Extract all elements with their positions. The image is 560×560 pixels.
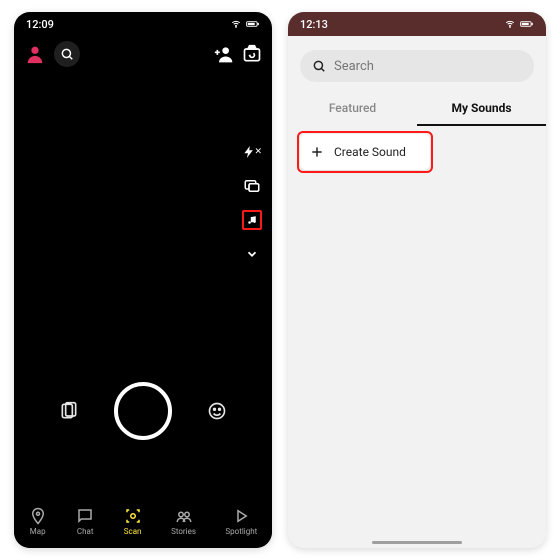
- status-bar: 12:09: [14, 12, 272, 36]
- wifi-icon: [504, 19, 516, 29]
- tab-my-sounds[interactable]: My Sounds: [417, 92, 546, 126]
- nav-chat[interactable]: Chat: [76, 507, 94, 536]
- status-bar: 12:13: [288, 12, 546, 36]
- battery-icon: [520, 19, 534, 29]
- memories-button[interactable]: [58, 400, 80, 422]
- search-icon: [60, 47, 74, 61]
- flip-camera-icon: [242, 44, 262, 64]
- status-icons: [504, 19, 534, 29]
- plus-icon: [310, 145, 324, 159]
- chat-icon: [76, 507, 94, 525]
- chevron-down-icon: [245, 247, 259, 261]
- top-bar: [14, 36, 272, 72]
- dual-camera-button[interactable]: [242, 176, 262, 196]
- nav-map-label: Map: [30, 527, 46, 536]
- tab-featured-label: Featured: [329, 101, 376, 115]
- nav-chat-label: Chat: [77, 527, 94, 536]
- bottom-nav: Map Chat Scan Stories Spotlight: [14, 498, 272, 548]
- more-tools-button[interactable]: [242, 244, 262, 264]
- sounds-content: Create Sound: [288, 126, 546, 548]
- tab-my-sounds-label: My Sounds: [451, 101, 511, 115]
- search-icon: [312, 59, 326, 73]
- wifi-icon: [230, 19, 242, 29]
- shutter-row: [14, 382, 272, 440]
- nav-stories-label: Stories: [171, 527, 196, 536]
- map-icon: [29, 507, 47, 525]
- nav-scan-label: Scan: [124, 527, 142, 536]
- nav-map[interactable]: Map: [29, 507, 47, 536]
- add-friend-icon: [214, 44, 234, 64]
- music-icon: [247, 212, 257, 228]
- memories-icon: [59, 401, 79, 421]
- dual-camera-icon: [243, 177, 261, 195]
- search-placeholder: Search: [334, 59, 374, 74]
- create-sound-label: Create Sound: [334, 145, 406, 159]
- status-time: 12:09: [26, 18, 54, 31]
- lens-button[interactable]: [206, 400, 228, 422]
- nav-stories[interactable]: Stories: [171, 507, 196, 536]
- stories-icon: [175, 507, 193, 525]
- tab-featured[interactable]: Featured: [288, 92, 417, 126]
- search-input[interactable]: Search: [300, 50, 534, 82]
- spotlight-icon: [232, 507, 250, 525]
- smiley-icon: [207, 401, 227, 421]
- status-icons: [230, 19, 260, 29]
- scan-icon: [124, 507, 142, 525]
- nav-spotlight[interactable]: Spotlight: [225, 507, 257, 536]
- search-button[interactable]: [54, 41, 80, 67]
- camera-screen: 12:09 ✕: [14, 12, 272, 548]
- nav-spotlight-label: Spotlight: [225, 527, 257, 536]
- sound-tabs: Featured My Sounds: [288, 92, 546, 126]
- nav-scan[interactable]: Scan: [124, 507, 142, 536]
- battery-icon: [246, 19, 260, 29]
- camera-tools: ✕: [242, 142, 262, 264]
- camera-viewport[interactable]: ✕: [14, 72, 272, 498]
- sounds-screen: 12:13 Search Featured My Sounds Create S…: [288, 12, 546, 548]
- create-sound-button[interactable]: Create Sound: [300, 134, 430, 170]
- flash-button[interactable]: ✕: [242, 142, 262, 162]
- home-indicator: [372, 541, 462, 544]
- sounds-button[interactable]: [242, 210, 262, 230]
- status-time: 12:13: [300, 18, 328, 31]
- shutter-button[interactable]: [114, 382, 172, 440]
- profile-avatar[interactable]: [24, 43, 46, 65]
- flip-camera-button[interactable]: [242, 44, 262, 64]
- add-friend-button[interactable]: [214, 44, 234, 64]
